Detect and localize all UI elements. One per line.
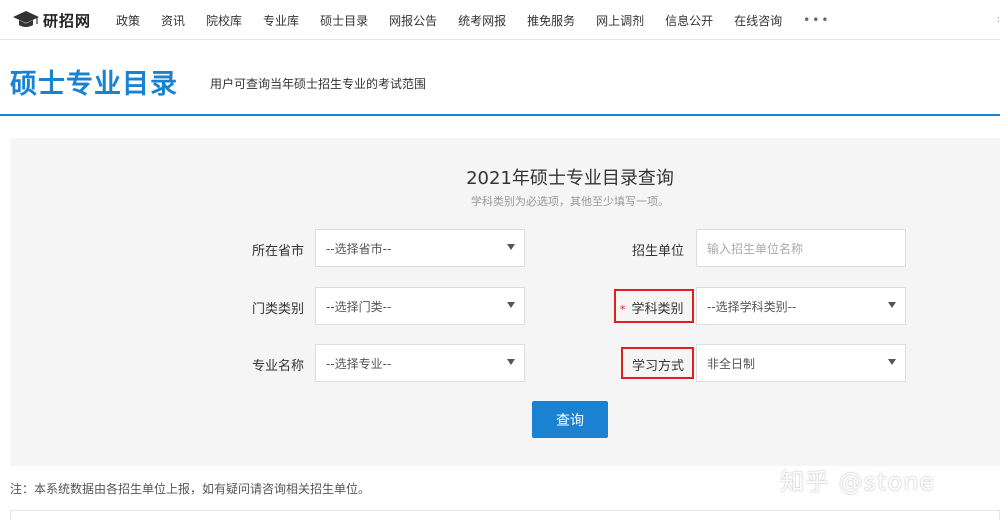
unit-input-placeholder: 输入招生单位名称 xyxy=(707,241,804,256)
nav-menu: 政策 资讯 院校库 专业库 硕士目录 网报公告 统考网报 推免服务 网上调剂 信… xyxy=(116,0,830,40)
major-select-value: --选择专业-- xyxy=(326,356,392,371)
chevron-down-icon xyxy=(507,359,515,365)
nav-item-online-adjustment[interactable]: 网上调剂 xyxy=(596,12,644,29)
discipline-select-value: --选择学科类别-- xyxy=(707,299,797,314)
discipline-label: * 学科类别 xyxy=(620,298,684,317)
nav-item-school-library[interactable]: 院校库 xyxy=(206,12,242,29)
watermark: 知乎 @stone xyxy=(780,468,936,496)
unit-label: 招生单位 xyxy=(632,244,685,259)
nav-item-news[interactable]: 资讯 xyxy=(161,12,185,29)
province-label: 所在省市 xyxy=(252,244,305,259)
chevron-down-icon xyxy=(507,302,515,308)
nav-item-unified-exam[interactable]: 统考网报 xyxy=(458,12,506,29)
nav-more-icon[interactable]: ••• xyxy=(803,13,830,27)
nav-item-registration-notice[interactable]: 网报公告 xyxy=(389,12,437,29)
logo-text: 研招网 xyxy=(43,11,92,30)
nav-item-exemption-service[interactable]: 推免服务 xyxy=(527,12,575,29)
site-logo[interactable]: 研招网 xyxy=(12,9,91,31)
nav-edge-marker: : xyxy=(996,14,1000,25)
query-panel: 2021年硕士专业目录查询 学科类别为必选项，其他至少填写一项。 所在省市 --… xyxy=(10,138,1000,466)
chevron-down-icon xyxy=(507,244,515,250)
graduation-cap-icon xyxy=(13,11,39,27)
discipline-select[interactable]: --选择学科类别-- xyxy=(696,287,906,325)
results-container xyxy=(10,510,1000,520)
major-label: 专业名称 xyxy=(252,359,305,374)
disclaimer-note: 注：本系统数据由各招生单位上报，如有疑问请咨询相关招生单位。 xyxy=(10,482,371,496)
top-navigation-bar: 研招网 政策 资讯 院校库 专业库 硕士目录 网报公告 统考网报 推免服务 网上… xyxy=(0,0,1000,40)
page-header: 硕士专业目录 用户可查询当年硕士招生专业的考试范围 xyxy=(0,40,1000,116)
major-select[interactable]: --选择专业-- xyxy=(315,344,525,382)
unit-input[interactable]: 输入招生单位名称 xyxy=(696,229,906,267)
page-title: 硕士专业目录 xyxy=(10,69,178,100)
chevron-down-icon xyxy=(888,302,896,308)
nav-item-online-consult[interactable]: 在线咨询 xyxy=(734,12,782,29)
category-select[interactable]: --选择门类-- xyxy=(315,287,525,325)
chevron-down-icon xyxy=(888,359,896,365)
category-select-value: --选择门类-- xyxy=(326,299,392,314)
nav-item-info-disclosure[interactable]: 信息公开 xyxy=(665,12,713,29)
study-mode-select[interactable]: 非全日制 xyxy=(696,344,906,382)
study-mode-label: 学习方式 xyxy=(632,359,685,374)
category-label: 门类类别 xyxy=(252,302,305,317)
nav-item-policy[interactable]: 政策 xyxy=(116,12,140,29)
province-select[interactable]: --选择省市-- xyxy=(315,229,525,267)
form-hint: 学科类别为必选项，其他至少填写一项。 xyxy=(471,195,669,208)
form-title: 2021年硕士专业目录查询 xyxy=(466,168,674,189)
nav-item-master-catalog[interactable]: 硕士目录 xyxy=(320,12,368,29)
required-marker: * xyxy=(620,303,626,316)
discipline-label-text: 学科类别 xyxy=(631,302,684,317)
study-mode-select-value: 非全日制 xyxy=(707,356,756,371)
province-select-value: --选择省市-- xyxy=(326,241,392,256)
query-button[interactable]: 查询 xyxy=(532,401,608,438)
page-subtitle: 用户可查询当年硕士招生专业的考试范围 xyxy=(210,77,427,91)
nav-item-major-library[interactable]: 专业库 xyxy=(263,12,299,29)
